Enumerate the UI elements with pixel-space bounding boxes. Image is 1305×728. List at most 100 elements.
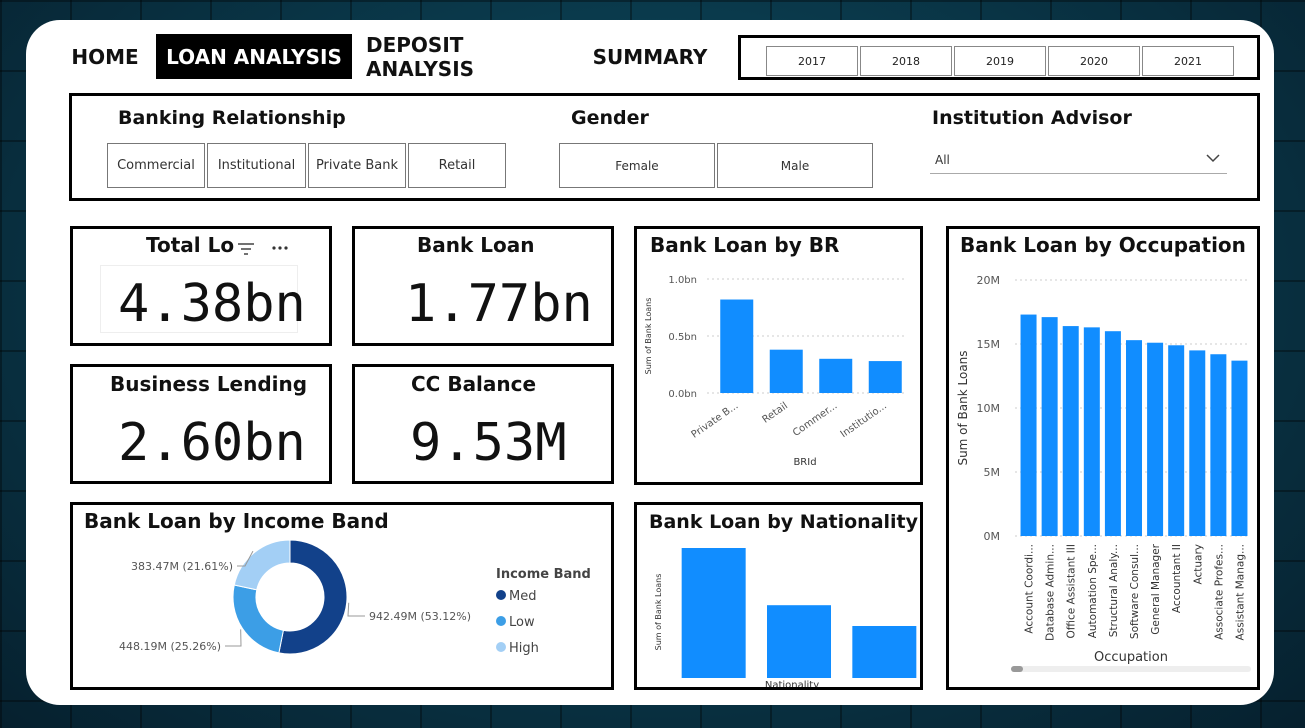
kpi-value-bank-loan: 1.77bn (405, 274, 593, 334)
more-options-icon[interactable] (270, 243, 290, 253)
bar (767, 605, 831, 678)
bar (1231, 360, 1248, 536)
x-tick-label: General Manager (1150, 543, 1162, 634)
institution-advisor-title: Institution Advisor (932, 107, 1132, 129)
y-tick-label: 10M (977, 402, 1001, 415)
legend-marker-med (496, 590, 506, 600)
kpi-value-business-lending: 2.60bn (118, 413, 306, 473)
x-tick-label: Private B... (690, 400, 741, 440)
kpi-title-business-lending: Business Lending (110, 372, 308, 396)
chart-bank-loan-by-br: 0.0bn 0.5bn 1.0bn Private B... Retail Commer.… (644, 275, 905, 468)
bar (681, 548, 746, 678)
year-button-2019[interactable]: 2019 (954, 46, 1046, 76)
legend-title: Income Band (496, 567, 591, 582)
chevron-down-icon (1206, 154, 1220, 163)
y-tick-label: 0.0bn (668, 389, 697, 400)
bar (1210, 354, 1227, 536)
chart-bank-loan-by-occupation: 0M 5M 10M 15M 20M Account Coordi... Database A… (956, 274, 1251, 672)
bar (720, 299, 754, 393)
gender-title: Gender (571, 107, 649, 129)
kpi-value-cc-balance: 9.53M (410, 413, 567, 473)
x-tick-label: Software Consul... (1129, 544, 1141, 639)
bar (1147, 342, 1164, 536)
year-button-2020[interactable]: 2020 (1048, 46, 1140, 76)
chart-title-br: Bank Loan by BR (650, 233, 840, 257)
x-tick-label: Actuary (1192, 544, 1204, 585)
x-tick-label: Account Coordi... (1024, 544, 1036, 634)
nav-tab-home[interactable]: HOME (66, 34, 144, 79)
y-axis-label: Sum of Bank Loans (956, 350, 970, 465)
chart-title-income: Bank Loan by Income Band (84, 509, 389, 533)
donut-slice-high (233, 539, 291, 591)
x-tick-label: Automation Spe... (1087, 544, 1099, 638)
chart-bank-loan-by-nationality: Sum of Bank Loans Nationality (654, 548, 917, 687)
bar (1104, 331, 1121, 536)
bar (769, 349, 803, 393)
legend-label: Low (509, 615, 535, 630)
bar (1062, 326, 1079, 536)
legend-label: High (509, 641, 539, 656)
data-label: 942.49M (53.12%) (369, 610, 471, 623)
y-tick-label: 0.5bn (668, 332, 697, 343)
br-option-retail[interactable]: Retail (408, 143, 506, 188)
bar (1041, 317, 1058, 536)
institution-advisor-dropdown[interactable]: All (930, 146, 1227, 174)
kpi-title-total-loan: Total Lo (146, 233, 235, 257)
bar (1083, 327, 1100, 536)
year-button-2017[interactable]: 2017 (766, 46, 858, 76)
filter-icon[interactable] (236, 241, 256, 257)
x-axis-label: Nationality (765, 680, 819, 687)
y-tick-label: 5M (984, 466, 1001, 479)
bar (1168, 345, 1185, 536)
x-tick-label: Associate Profes... (1213, 544, 1225, 640)
y-tick-label: 20M (977, 274, 1001, 287)
x-axis-label: BRId (793, 457, 816, 468)
leader-line (225, 629, 242, 647)
bar (852, 626, 917, 678)
x-tick-label: Institutio... (839, 400, 889, 440)
br-option-private-bank[interactable]: Private Bank (308, 143, 406, 188)
bar (868, 361, 902, 393)
leader-line (347, 602, 365, 617)
x-tick-label: Office Assistant III (1066, 544, 1078, 638)
bar (1126, 340, 1142, 536)
chart-bank-loan-by-income-band: 942.49M (53.12%) 448.19M (25.26%) 383.47M … (119, 539, 591, 656)
year-button-2018[interactable]: 2018 (860, 46, 952, 76)
data-label: 448.19M (25.26%) (119, 640, 221, 653)
kpi-title-cc-balance: CC Balance (411, 372, 537, 396)
bar (819, 358, 853, 393)
kpi-title-bank-loan: Bank Loan (417, 233, 535, 257)
legend-marker-low (496, 616, 506, 626)
x-tick-label: Commer... (791, 400, 839, 439)
y-tick-label: 15M (977, 338, 1001, 351)
banking-relationship-title: Banking Relationship (118, 107, 346, 129)
y-tick-label: 1.0bn (668, 275, 697, 286)
x-tick-label: Structural Analy... (1108, 544, 1120, 637)
chart-title-nationality: Bank Loan by Nationality (649, 511, 919, 533)
nav-tab-summary[interactable]: SUMMARY (588, 34, 712, 79)
chart-title-occupation: Bank Loan by Occupation (960, 233, 1246, 257)
x-tick-label: Retail (761, 400, 790, 425)
legend-label: Med (509, 589, 536, 604)
gender-option-female[interactable]: Female (559, 143, 715, 188)
scrollbar-track (1011, 666, 1251, 672)
data-label: 383.47M (21.61%) (131, 560, 233, 573)
year-button-2021[interactable]: 2021 (1142, 46, 1234, 76)
scrollbar-thumb (1011, 666, 1023, 672)
bar (1020, 314, 1037, 536)
gender-option-male[interactable]: Male (717, 143, 873, 188)
legend-marker-high (496, 642, 506, 652)
nav-tab-deposit-analysis[interactable]: DEPOSIT ANALYSIS (366, 33, 576, 81)
bar (1189, 350, 1206, 536)
x-tick-label: Database Admin... (1045, 544, 1057, 641)
br-option-commercial[interactable]: Commercial (107, 143, 205, 188)
x-axis-label: Occupation (1094, 650, 1168, 665)
x-tick-label: Assistant Manag... (1234, 544, 1246, 640)
y-axis-label: Sum of Bank Loans (654, 574, 663, 651)
br-option-institutional[interactable]: Institutional (207, 143, 306, 188)
x-tick-label: Accountant II (1171, 544, 1183, 613)
nav-tab-loan-analysis[interactable]: LOAN ANALYSIS (156, 34, 352, 79)
dropdown-value: All (935, 152, 950, 167)
y-tick-label: 0M (984, 530, 1001, 543)
kpi-value-total-loan: 4.38bn (118, 274, 306, 334)
